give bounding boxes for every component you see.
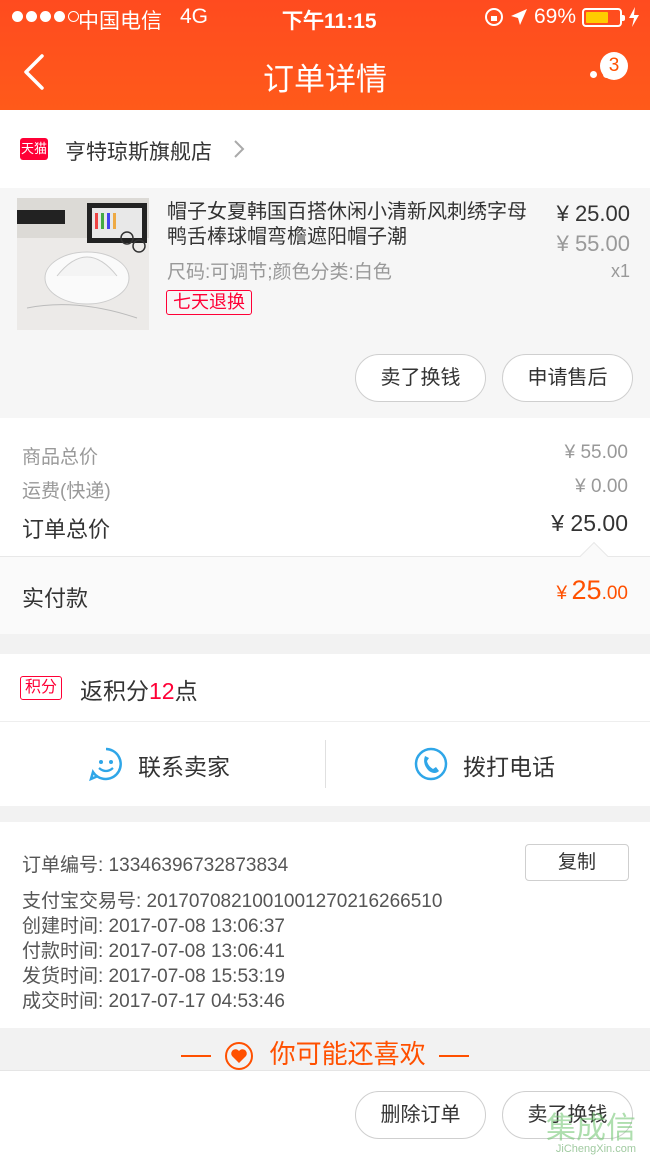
delete-order-button[interactable]: 删除订单 (355, 1091, 486, 1139)
recommend-title: 你可能还喜欢 (269, 1039, 426, 1069)
actual-payment-value: ¥ 25.00 (556, 575, 629, 605)
decor-line-right (438, 1055, 469, 1058)
shop-name: 亨特琼斯旗舰店 (65, 141, 212, 164)
product-image[interactable] (17, 198, 149, 330)
page-title: 订单详情 (263, 62, 387, 97)
shipped-time: 发货时间: 2017-07-08 15:53:19 (22, 966, 285, 987)
order-number: 订单编号: 13346396732873834 (22, 855, 289, 876)
order-total-label: 订单总价 (22, 517, 111, 542)
battery-percent: 69% (533, 5, 576, 28)
network-type: 4G (180, 5, 209, 28)
decor-line-left (181, 1055, 212, 1058)
rotation-lock-icon (484, 8, 503, 26)
completed-time: 成交时间: 2017-07-17 04:53:46 (22, 991, 285, 1012)
product-original-price: ¥ 55.00 (556, 231, 630, 256)
goods-total-value: ¥ 55.00 (564, 442, 628, 463)
product-item[interactable]: 帽子女夏韩国百搭休闲小清新风刺绣字母鸭舌棒球帽弯檐遮阳帽子潮 尺码:可调节;颜色… (0, 188, 650, 418)
product-price: ¥ 25.00 (556, 201, 630, 226)
price-summary: 商品总价 ¥ 55.00 运费(快递) ¥ 0.00 订单总价 ¥ 25.00 (0, 418, 650, 556)
signal-icon (12, 11, 79, 22)
points-text: 返积分12点 (80, 678, 198, 704)
contact-row: 联系卖家 拨打电话 (0, 722, 650, 806)
paid-time: 付款时间: 2017-07-08 13:06:41 (22, 941, 285, 962)
contact-seller-label: 联系卖家 (138, 754, 230, 780)
order-info: 订单编号: 13346396732873834 复制 支付宝交易号: 20170… (0, 822, 650, 1028)
points-tag: 积分 (20, 676, 62, 700)
contact-seller-button[interactable]: 联系卖家 (0, 722, 325, 806)
product-quantity: x1 (610, 261, 630, 281)
status-right: 69% (484, 5, 640, 29)
watermark-url: JiChengXin.com (555, 1143, 636, 1155)
watermark: 集成信 (546, 1112, 636, 1145)
status-bar: 中国电信 4G 下午11:15 69% (0, 0, 650, 36)
after-sale-button[interactable]: 申请售后 (502, 354, 633, 402)
carrier: 中国电信 (78, 10, 162, 33)
call-phone-label: 拨打电话 (463, 754, 555, 780)
clock: 下午11:15 (282, 10, 377, 33)
nav-bar: 订单详情 3 (0, 36, 650, 110)
call-phone-button[interactable]: 拨打电话 (325, 722, 650, 806)
copy-button[interactable]: 复制 (525, 844, 629, 881)
location-icon (510, 9, 527, 25)
more-button[interactable]: 3 (590, 52, 630, 94)
shop-row[interactable]: 天猫 亨特琼斯旗舰店 (0, 110, 650, 188)
goods-total-label: 商品总价 (22, 447, 99, 468)
created-time: 创建时间: 2017-07-08 13:06:37 (22, 916, 285, 937)
actual-payment: 实付款 ¥ 25.00 (0, 541, 650, 634)
shipping-label: 运费(快递) (22, 481, 111, 502)
recommend-banner: 你可能还喜欢 (0, 1028, 650, 1072)
header: 中国电信 4G 下午11:15 69% 订单详情 3 (0, 0, 650, 110)
chat-icon (89, 747, 122, 782)
bottom-action-bar: 删除订单 卖了换钱 集成信 JiChengXin.com (0, 1070, 650, 1156)
message-badge: 3 (600, 52, 628, 80)
points-row: 积分 返积分12点 (0, 654, 650, 722)
chevron-right-icon (234, 140, 245, 158)
charging-icon (629, 7, 639, 27)
return-policy-tag: 七天退换 (166, 290, 252, 315)
tmall-badge: 天猫 (20, 138, 48, 160)
heart-icon (225, 1042, 254, 1071)
order-total-value: ¥ 25.00 (551, 510, 628, 536)
product-sku: 尺码:可调节;颜色分类:白色 (167, 262, 392, 283)
shipping-value: ¥ 0.00 (575, 476, 628, 497)
battery-icon (582, 7, 625, 27)
phone-icon (414, 747, 448, 781)
alipay-trade-number: 支付宝交易号: 2017070821001001270216266510 (22, 891, 443, 912)
actual-payment-label: 实付款 (22, 586, 89, 611)
product-title: 帽子女夏韩国百搭休闲小清新风刺绣字母鸭舌棒球帽弯檐遮阳帽子潮 (167, 201, 527, 248)
sell-for-cash-button[interactable]: 卖了换钱 (355, 354, 486, 402)
